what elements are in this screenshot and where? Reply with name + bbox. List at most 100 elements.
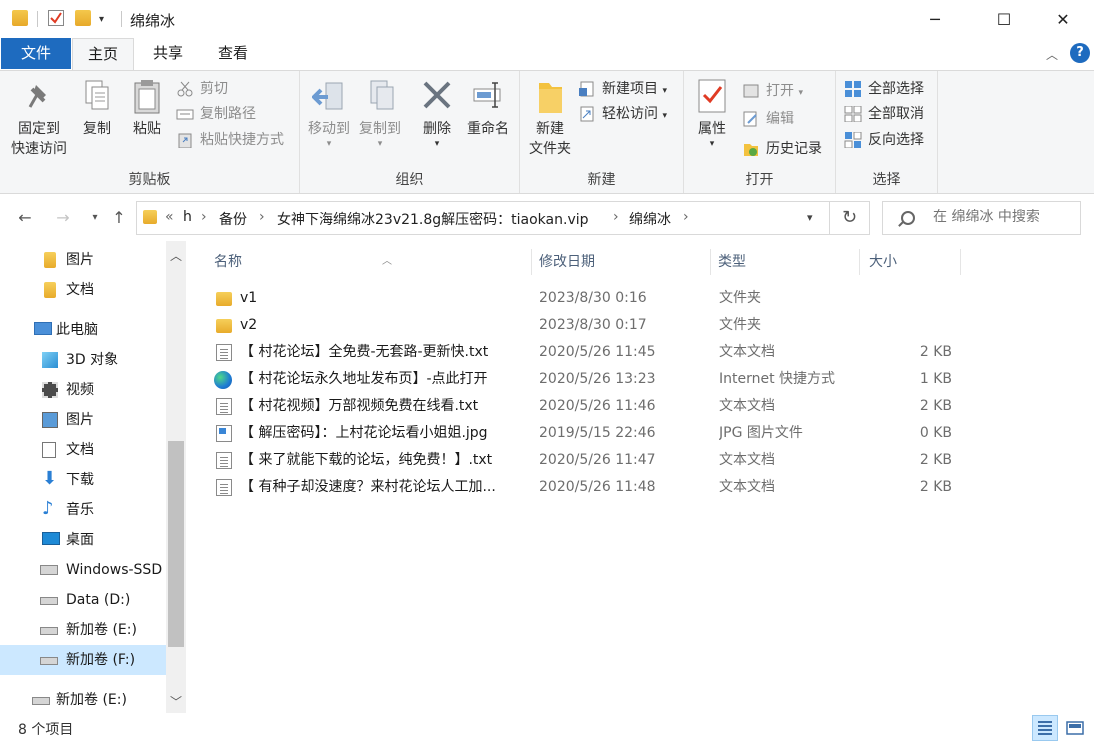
new-item-button[interactable]: 新建项目 ▾ bbox=[578, 77, 667, 101]
select-group: 全部选择 全部取消 反向选择 选择 bbox=[836, 71, 938, 193]
breadcrumb-archive-folder[interactable]: 女神下海绵绵冰23v21.8g解压密码：tiaokan.vip bbox=[277, 209, 589, 229]
new-folder-icon[interactable] bbox=[75, 10, 91, 26]
scroll-thumb[interactable] bbox=[168, 441, 184, 647]
rename-button[interactable]: 重命名 bbox=[462, 77, 514, 139]
nav-item-pictures-quick[interactable]: 图片 bbox=[0, 245, 166, 275]
easy-access-button[interactable]: 轻松访问 ▾ bbox=[578, 102, 667, 126]
3d-objects-icon bbox=[42, 352, 58, 368]
nav-item-this-pc[interactable]: 此电脑 bbox=[0, 315, 166, 345]
tab-share[interactable]: 共享 bbox=[138, 38, 198, 69]
nav-item-desktop[interactable]: 桌面 bbox=[0, 525, 166, 555]
recent-locations-chevron-icon[interactable]: ▾ bbox=[84, 207, 106, 229]
copy-to-button[interactable]: 复制到 ▾ bbox=[356, 77, 404, 149]
nav-item-data-d[interactable]: Data (D:) bbox=[0, 585, 166, 615]
file-row[interactable]: 【 村花论坛永久地址发布页】-点此打开 2020/5/26 13:23 Inte… bbox=[210, 366, 970, 393]
close-button[interactable]: ✕ bbox=[1040, 0, 1086, 38]
file-row[interactable]: 【 解压密码】：上村花论坛看小姐姐.jpg 2019/5/15 22:46 JP… bbox=[210, 420, 970, 447]
nav-item-documents-quick[interactable]: 文档 bbox=[0, 275, 166, 305]
nav-item-music[interactable]: ♪ 音乐 bbox=[0, 495, 166, 525]
column-header-type[interactable]: 类型 bbox=[712, 249, 860, 275]
select-all-button[interactable]: 全部选择 bbox=[844, 77, 924, 101]
file-row[interactable]: v1 2023/8/30 0:16 文件夹 bbox=[210, 285, 970, 312]
up-arrow-icon[interactable]: ↑ bbox=[108, 207, 130, 229]
edit-pencil-icon bbox=[742, 111, 760, 127]
column-size-label: 大小 bbox=[869, 254, 897, 270]
address-history-chevron-icon[interactable]: ▾ bbox=[807, 211, 813, 224]
forward-arrow-icon[interactable]: → bbox=[52, 207, 74, 229]
column-header-date[interactable]: 修改日期 bbox=[533, 249, 711, 275]
scissors-icon bbox=[176, 81, 194, 97]
pictures-icon bbox=[42, 412, 58, 428]
address-bar[interactable]: « h › 备份 › 女神下海绵绵冰23v21.8g解压密码：tiaokan.v… bbox=[136, 201, 830, 235]
tab-file[interactable]: 文件 bbox=[1, 38, 71, 69]
breadcrumb-overflow[interactable]: « bbox=[165, 209, 174, 225]
nav-scrollbar[interactable]: ︿ ﹀ bbox=[166, 241, 186, 713]
new-group-label: 新建 bbox=[587, 172, 616, 188]
nav-item-label: 图片 bbox=[66, 252, 94, 268]
nav-item-documents[interactable]: 文档 bbox=[0, 435, 166, 465]
select-none-button[interactable]: 全部取消 bbox=[844, 102, 924, 126]
maximize-button[interactable]: ☐ bbox=[981, 0, 1027, 38]
tab-view[interactable]: 查看 bbox=[202, 38, 264, 69]
breadcrumb-current[interactable]: 绵绵冰 bbox=[629, 209, 671, 229]
help-icon[interactable]: ? bbox=[1070, 43, 1090, 63]
collapse-ribbon-icon[interactable]: ︿ bbox=[1046, 46, 1058, 63]
open-button[interactable]: 打开 ▾ bbox=[742, 79, 803, 103]
nav-item-volume-e-2[interactable]: 新加卷 (E:) bbox=[0, 685, 166, 715]
move-to-button[interactable]: 移动到 ▾ bbox=[306, 77, 352, 149]
file-row[interactable]: 【 村花视频】万部视频免费在线看.txt 2020/5/26 11:46 文本文… bbox=[210, 393, 970, 420]
pin-quick-access-button[interactable]: 固定到 快速访问 bbox=[8, 77, 70, 159]
copy-button[interactable]: 复制 bbox=[76, 77, 118, 139]
nav-item-windows-ssd[interactable]: Windows-SSD bbox=[0, 555, 166, 585]
organize-group-label: 组织 bbox=[395, 172, 424, 188]
select-all-icon bbox=[844, 81, 862, 97]
refresh-icon[interactable]: ↻ bbox=[830, 201, 870, 235]
breadcrumb-separator-icon[interactable]: › bbox=[201, 209, 207, 225]
nav-item-3d-objects[interactable]: 3D 对象 bbox=[0, 345, 166, 375]
scroll-down-icon[interactable]: ﹀ bbox=[166, 693, 186, 710]
file-row[interactable]: 【 来了就能下载的论坛，纯免费！】.txt 2020/5/26 11:47 文本… bbox=[210, 447, 970, 474]
minimize-button[interactable]: ─ bbox=[912, 0, 958, 38]
delete-button[interactable]: 删除 ▾ bbox=[416, 77, 458, 149]
nav-item-pictures[interactable]: 图片 bbox=[0, 405, 166, 435]
breadcrumb-separator-icon[interactable]: › bbox=[259, 209, 265, 225]
edit-button[interactable]: 编辑 bbox=[742, 107, 794, 131]
copy-to-label: 复制到 bbox=[359, 121, 401, 137]
customize-dropdown-icon[interactable]: ▾ bbox=[99, 14, 115, 30]
tab-home[interactable]: 主页 bbox=[72, 38, 134, 71]
invert-selection-button[interactable]: 反向选择 bbox=[844, 128, 924, 152]
paste-button[interactable]: 粘贴 bbox=[126, 77, 168, 139]
breadcrumb-separator-icon[interactable]: › bbox=[683, 209, 689, 225]
breadcrumb-separator-icon[interactable]: › bbox=[613, 209, 619, 225]
search-box[interactable] bbox=[882, 201, 1081, 235]
easy-access-icon bbox=[578, 106, 596, 122]
drive-icon bbox=[40, 627, 58, 635]
file-row[interactable]: 【 有种子却没速度？来村花论坛人工加... 2020/5/26 11:48 文本… bbox=[210, 474, 970, 501]
breadcrumb-h[interactable]: h bbox=[183, 209, 192, 225]
large-icons-view-icon[interactable] bbox=[1062, 715, 1088, 741]
folder-icon[interactable] bbox=[12, 10, 28, 26]
cut-button[interactable]: 剪切 bbox=[176, 77, 228, 101]
copy-path-button[interactable]: 复制路径 bbox=[176, 102, 256, 126]
pin-icon bbox=[22, 77, 56, 117]
column-header-size[interactable]: 大小 bbox=[863, 249, 961, 275]
new-folder-button[interactable]: 新建 文件夹 bbox=[526, 77, 574, 159]
file-row[interactable]: v2 2023/8/30 0:17 文件夹 bbox=[210, 312, 970, 339]
nav-item-label: 下载 bbox=[66, 472, 94, 488]
breadcrumb-backup[interactable]: 备份 bbox=[219, 209, 247, 229]
nav-item-videos[interactable]: 视频 bbox=[0, 375, 166, 405]
scroll-up-icon[interactable]: ︿ bbox=[166, 247, 186, 264]
nav-item-volume-e[interactable]: 新加卷 (E:) bbox=[0, 615, 166, 645]
history-button[interactable]: 历史记录 bbox=[742, 137, 822, 161]
search-input[interactable] bbox=[933, 209, 1073, 225]
nav-item-downloads[interactable]: ⬇ 下载 bbox=[0, 465, 166, 495]
properties-button[interactable]: 属性 ▾ bbox=[690, 77, 734, 149]
back-arrow-icon[interactable]: ← bbox=[14, 207, 36, 229]
file-row[interactable]: 【 村花论坛】全免费-无套路-更新快.txt 2020/5/26 11:45 文… bbox=[210, 339, 970, 366]
column-header-name[interactable]: 名称 ︿ bbox=[208, 249, 532, 275]
nav-item-volume-f[interactable]: 新加卷 (F:) bbox=[0, 645, 166, 675]
file-name: v2 bbox=[240, 317, 258, 333]
paste-shortcut-button[interactable]: 粘贴快捷方式 bbox=[176, 128, 284, 152]
properties-check-icon[interactable] bbox=[48, 10, 64, 26]
details-view-icon[interactable] bbox=[1032, 715, 1058, 741]
